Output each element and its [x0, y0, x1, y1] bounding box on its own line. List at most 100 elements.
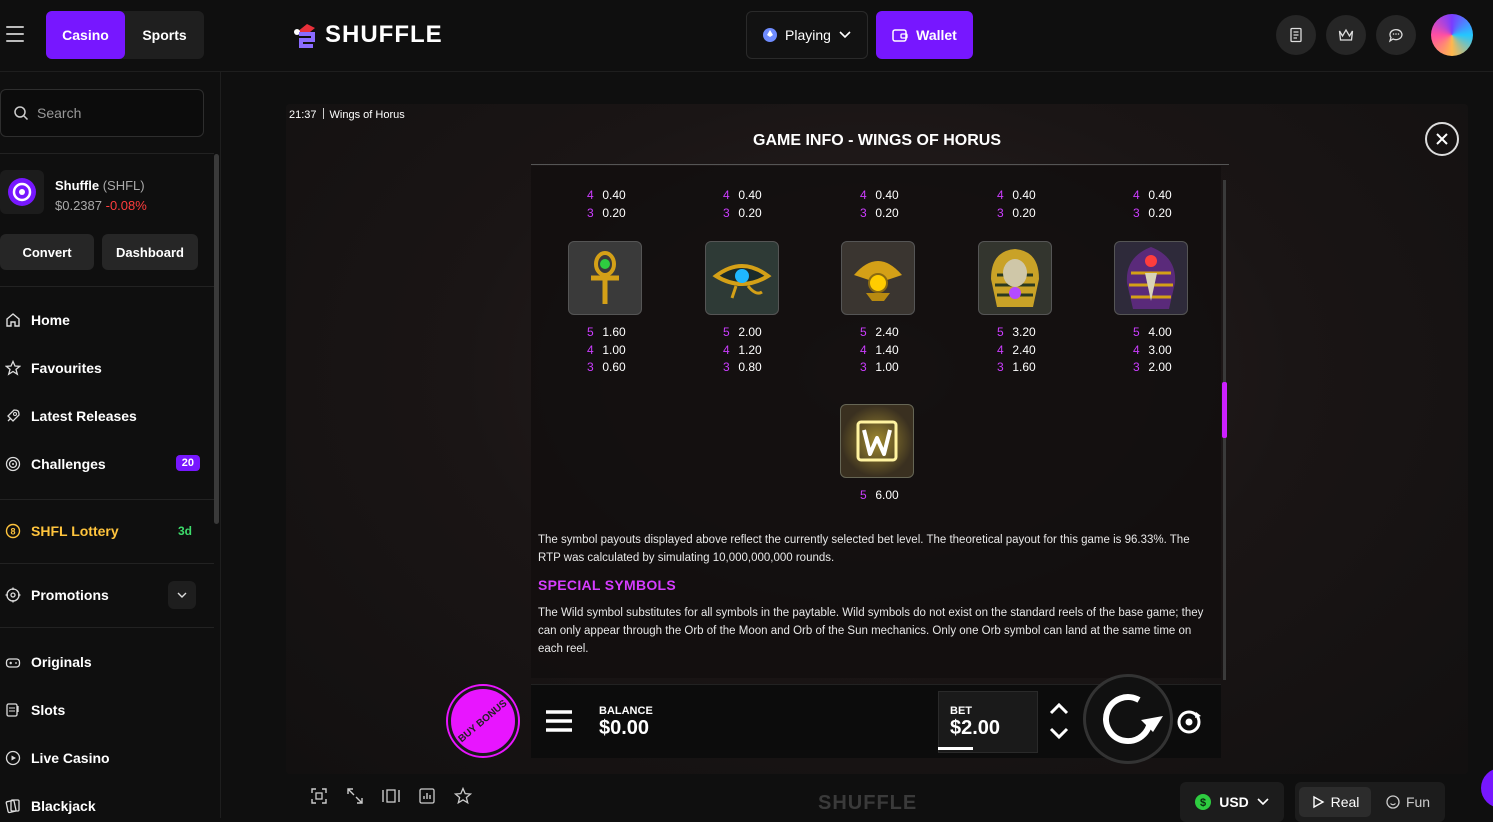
game-info-title: GAME INFO - WINGS OF HORUS [753, 132, 1001, 149]
sidebar-item-promotions[interactable]: Promotions [4, 579, 204, 611]
rocket-icon [4, 407, 22, 425]
dashboard-button[interactable]: Dashboard [102, 234, 198, 270]
sidebar-item-label: Home [31, 312, 70, 328]
buy-bonus-button[interactable]: BUY BONUS [448, 686, 518, 756]
fullscreen-icon[interactable] [346, 787, 364, 805]
ankh-payouts: 5 1.60 4 1.00 3 0.60 [587, 325, 626, 374]
bet-value: $2.00 [950, 717, 1001, 739]
payout-list: 4 0.40 3 0.20 [1133, 188, 1172, 220]
eye-of-horus-symbol [705, 241, 779, 315]
star-icon [4, 359, 22, 377]
sidebar-scrollbar[interactable] [214, 154, 219, 524]
theatre-mode-icon[interactable] [382, 787, 400, 805]
sidebar-item-label: Latest Releases [31, 408, 137, 424]
scarab-payouts: 5 2.40 4 1.40 3 1.00 [860, 325, 899, 374]
ethereum-icon [763, 28, 778, 42]
fun-mode-button[interactable]: Fun [1375, 787, 1441, 817]
chat-icon [1388, 29, 1403, 43]
close-info-button[interactable] [1425, 122, 1459, 156]
playing-dropdown[interactable]: Playing [746, 11, 868, 59]
dollar-icon: $ [1195, 794, 1212, 810]
gift-icon [4, 586, 22, 604]
menu-icon[interactable] [6, 26, 24, 42]
stats-icon[interactable] [418, 787, 436, 805]
bet-decrease-icon[interactable] [1048, 727, 1070, 741]
play-icon [1312, 795, 1325, 809]
payout-list: 4 0.40 3 0.20 [997, 188, 1036, 220]
live-icon [4, 749, 22, 767]
horus-symbol [1114, 241, 1188, 315]
sidebar: Search Shuffle (SHFL) $0.2387 -0.08% Con… [0, 72, 221, 818]
wild-payouts: 5 6.00 [860, 488, 899, 502]
eye-payouts: 5 2.00 4 1.20 3 0.80 [723, 325, 762, 374]
title-divider [531, 164, 1229, 165]
wallet-icon [892, 29, 908, 42]
tab-casino[interactable]: Casino [46, 11, 125, 59]
favourite-star-icon[interactable] [454, 787, 472, 805]
game-bottom-bar: SHUFFLE $ USD Real Fun [286, 774, 1468, 822]
screenshot-icon[interactable] [310, 787, 328, 805]
divider [0, 627, 214, 628]
sidebar-item-latest-releases[interactable]: Latest Releases [4, 400, 204, 432]
vip-button[interactable] [1326, 15, 1366, 55]
sidebar-item-label: Originals [31, 654, 92, 670]
sidebar-item-label: Slots [31, 702, 66, 718]
expand-promotions-button[interactable] [168, 581, 196, 609]
scrollbar-thumb[interactable] [1222, 382, 1227, 438]
svg-text:$: $ [1200, 797, 1206, 809]
payout-list: 4 0.40 3 0.20 [723, 188, 762, 220]
sidebar-item-shfl-lottery[interactable]: 8 SHFL Lottery 3d [4, 515, 204, 547]
sidebar-item-label: Challenges [31, 456, 106, 472]
home-icon [4, 311, 22, 329]
sidebar-item-label: SHFL Lottery [31, 523, 119, 539]
sidebar-item-challenges[interactable]: Challenges 20 [4, 448, 204, 480]
challenges-count-badge: 20 [175, 455, 200, 471]
divider [0, 499, 214, 500]
spin-button[interactable] [1083, 674, 1173, 764]
payout-list: 4 0.40 3 0.20 [587, 188, 626, 220]
special-symbols-paragraph: The Wild symbol substitutes for all symb… [538, 607, 1204, 655]
token-price: $0.2387 -0.08% [55, 198, 147, 213]
receipt-button[interactable] [1276, 15, 1316, 55]
hamburger-menu-icon[interactable] [546, 710, 572, 732]
real-mode-button[interactable]: Real [1299, 787, 1371, 817]
casino-sports-toggle: Casino Sports [46, 11, 204, 59]
bet-label: BET [950, 705, 972, 717]
avatar[interactable] [1431, 14, 1473, 56]
currency-selector[interactable]: $ USD [1180, 782, 1284, 822]
pharaoh-symbol [978, 241, 1052, 315]
sidebar-item-slots[interactable]: Slots [4, 694, 204, 726]
horus-payouts: 5 4.00 4 3.00 3 2.00 [1133, 325, 1172, 374]
bet-increase-icon[interactable] [1048, 701, 1070, 715]
support-chat-bubble[interactable] [1481, 768, 1493, 808]
sidebar-item-blackjack[interactable]: Blackjack [4, 790, 204, 822]
sidebar-item-home[interactable]: Home [4, 304, 204, 336]
search-placeholder: Search [37, 105, 82, 121]
sidebar-item-favourites[interactable]: Favourites [4, 352, 204, 384]
crown-icon [1338, 28, 1354, 41]
token-change: -0.08% [105, 198, 147, 213]
sidebar-item-originals[interactable]: Originals [4, 646, 204, 678]
search-input[interactable]: Search [0, 89, 204, 137]
autoplay-icon[interactable] [1174, 707, 1204, 737]
chat-button[interactable] [1376, 15, 1416, 55]
chevron-down-icon [839, 31, 851, 39]
paytable-scrollbar[interactable] [1222, 180, 1227, 680]
divider [0, 286, 214, 287]
shuffle-logo[interactable]: SHUFFLE [293, 18, 443, 52]
cards-icon [4, 797, 22, 815]
wallet-label: Wallet [916, 27, 957, 43]
token-name: Shuffle (SHFL) [55, 178, 145, 193]
lottery-countdown: 3d [177, 524, 192, 538]
sidebar-item-live-casino[interactable]: Live Casino [4, 742, 204, 774]
wallet-button[interactable]: Wallet [876, 11, 973, 59]
tab-sports[interactable]: Sports [125, 11, 204, 59]
sidebar-item-label: Blackjack [31, 798, 96, 814]
shuffle-logo-icon [293, 20, 319, 50]
currency-label: USD [1219, 794, 1249, 810]
top-bar: Casino Sports SHUFFLE Playing Wallet [0, 0, 1493, 72]
game-name: Wings of Horus [329, 109, 405, 121]
smile-icon [1386, 795, 1400, 809]
convert-button[interactable]: Convert [0, 234, 94, 270]
game-frame[interactable]: 21:37 Wings of Horus GAME INFO - WINGS OF… [286, 104, 1468, 774]
